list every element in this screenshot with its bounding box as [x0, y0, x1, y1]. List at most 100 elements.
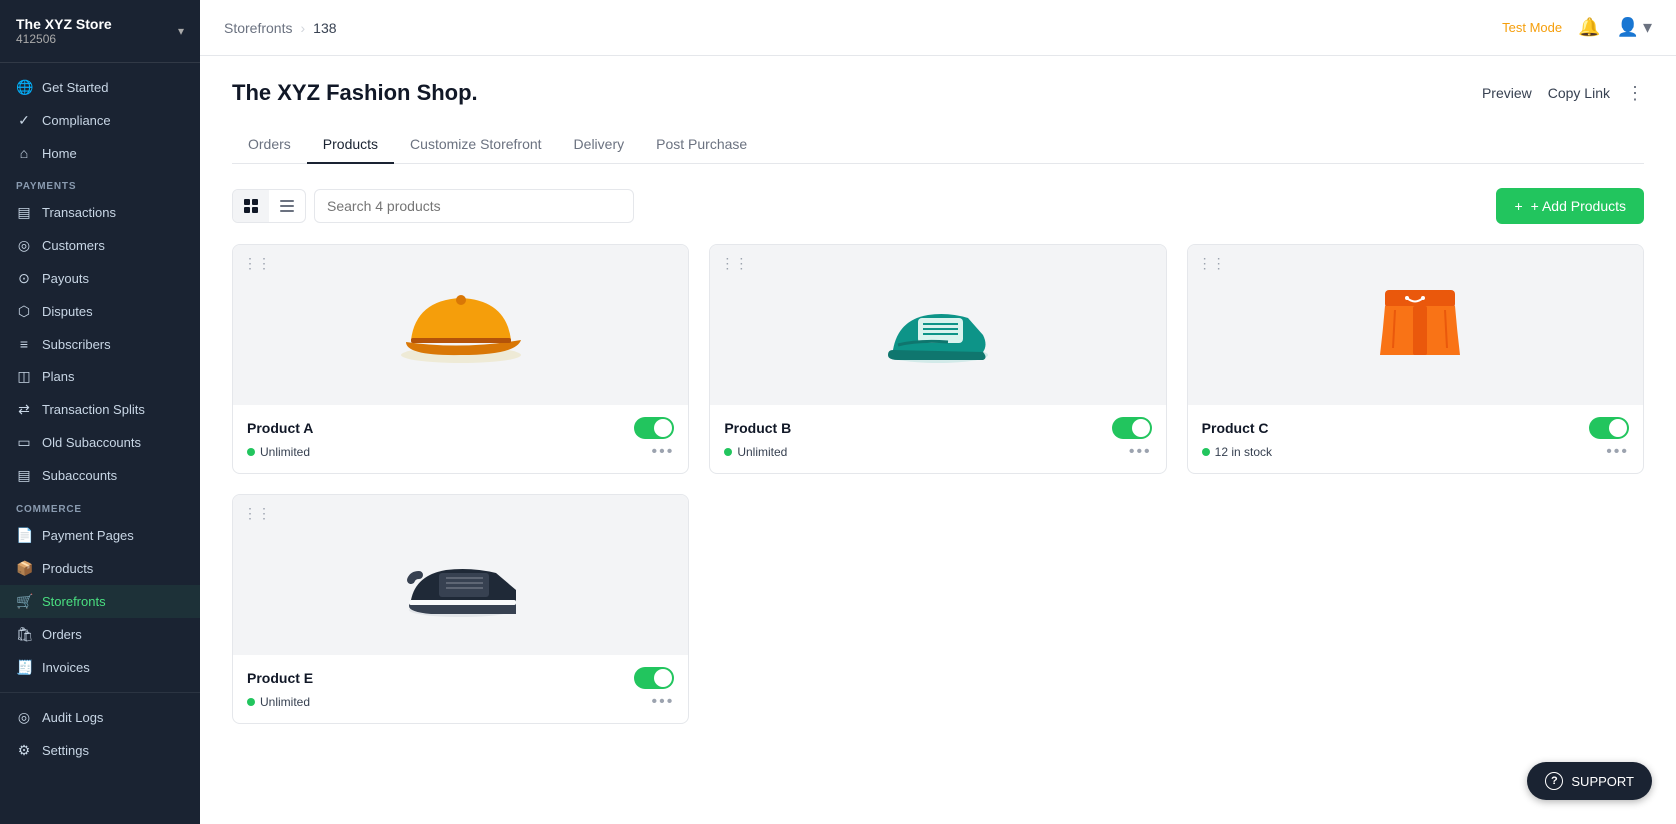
product-c-toggle[interactable] — [1589, 417, 1629, 439]
sidebar-label-transactions: Transactions — [42, 205, 116, 220]
copy-link-button[interactable]: Copy Link — [1548, 85, 1610, 101]
drag-handle-a[interactable]: ⋮⋮ — [243, 255, 271, 272]
grid-view-button[interactable] — [233, 190, 269, 222]
drag-handle-b[interactable]: ⋮⋮ — [720, 255, 748, 272]
sidebar: The XYZ Store 412506 ▾ 🌐 Get Started ✓ C… — [0, 0, 200, 824]
sidebar-label-payouts: Payouts — [42, 271, 89, 286]
drag-handle-c[interactable]: ⋮⋮ — [1198, 255, 1226, 272]
splits-icon: ⇄ — [16, 401, 32, 418]
sidebar-item-compliance[interactable]: ✓ Compliance — [0, 104, 200, 137]
product-card-c: ⋮⋮ Product C 12 in stock ••• — [1187, 244, 1644, 474]
brand-name: The XYZ Store — [16, 16, 112, 32]
product-b-more-icon[interactable]: ••• — [1129, 443, 1152, 461]
product-e-row: Product E — [247, 667, 674, 689]
globe-icon: 🌐 — [16, 79, 32, 96]
sidebar-item-payouts[interactable]: ⊙ Payouts — [0, 262, 200, 295]
topbar: Storefronts › 138 Test Mode 🔔 👤 ▾ — [200, 0, 1676, 56]
drag-handle-e[interactable]: ⋮⋮ — [243, 505, 271, 522]
sidebar-item-products[interactable]: 📦 Products — [0, 552, 200, 585]
chevron-down-icon: ▾ — [178, 24, 184, 38]
tab-products[interactable]: Products — [307, 126, 394, 164]
support-label: SUPPORT — [1571, 774, 1634, 789]
product-b-name: Product B — [724, 420, 791, 436]
sidebar-item-subaccounts[interactable]: ▤ Subaccounts — [0, 459, 200, 492]
product-e-stock-label: Unlimited — [260, 695, 310, 709]
stock-dot-b — [724, 448, 732, 456]
page-header-actions: Preview Copy Link ⋮ — [1482, 83, 1644, 104]
more-options-icon[interactable]: ⋮ — [1626, 83, 1644, 104]
tab-delivery[interactable]: Delivery — [558, 126, 641, 164]
product-a-image — [233, 245, 688, 405]
notification-bell-icon[interactable]: 🔔 — [1578, 17, 1600, 38]
product-c-image — [1188, 245, 1643, 405]
old-subaccounts-icon: ▭ — [16, 434, 32, 451]
sidebar-label-storefronts: Storefronts — [42, 594, 106, 609]
sidebar-item-payment-pages[interactable]: 📄 Payment Pages — [0, 519, 200, 552]
product-b-meta: Unlimited ••• — [724, 443, 1151, 461]
user-menu[interactable]: 👤 ▾ — [1617, 17, 1652, 38]
invoices-icon: 🧾 — [16, 659, 32, 676]
storefronts-icon: 🛒 — [16, 593, 32, 610]
cap-image — [391, 260, 531, 390]
product-a-name: Product A — [247, 420, 313, 436]
add-products-button[interactable]: + + Add Products — [1496, 188, 1644, 224]
payouts-icon: ⊙ — [16, 270, 32, 287]
sidebar-item-get-started[interactable]: 🌐 Get Started — [0, 71, 200, 104]
tab-post-purchase[interactable]: Post Purchase — [640, 126, 763, 164]
add-icon: + — [1514, 198, 1522, 214]
sidebar-label-plans: Plans — [42, 369, 75, 384]
product-e-name: Product E — [247, 670, 313, 686]
sidebar-item-subscribers[interactable]: ≡ Subscribers — [0, 328, 200, 360]
list-icon — [279, 198, 295, 214]
preview-button[interactable]: Preview — [1482, 85, 1532, 101]
tab-bar: Orders Products Customize Storefront Del… — [232, 126, 1644, 164]
sidebar-item-orders[interactable]: 🛍 Orders — [0, 618, 200, 651]
sidebar-item-storefronts[interactable]: 🛒 Storefronts — [0, 585, 200, 618]
page-title: The XYZ Fashion Shop. — [232, 80, 478, 106]
sidebar-item-plans[interactable]: ◫ Plans — [0, 360, 200, 393]
product-c-more-icon[interactable]: ••• — [1606, 443, 1629, 461]
product-e-toggle[interactable] — [634, 667, 674, 689]
sidebar-label-audit-logs: Audit Logs — [42, 710, 103, 725]
sidebar-label-orders: Orders — [42, 627, 82, 642]
products-grid: ⋮⋮ Product A Unlimited ••• — [232, 244, 1644, 724]
sidebar-label-transaction-splits: Transaction Splits — [42, 402, 145, 417]
list-view-button[interactable] — [269, 190, 305, 222]
support-icon: ? — [1545, 772, 1563, 790]
support-button[interactable]: ? SUPPORT — [1527, 762, 1652, 800]
tab-orders[interactable]: Orders — [232, 126, 307, 164]
sidebar-item-transactions[interactable]: ▤ Transactions — [0, 196, 200, 229]
product-a-body: Product A Unlimited ••• — [233, 405, 688, 473]
sidebar-item-home[interactable]: ⌂ Home — [0, 137, 200, 169]
settings-icon: ⚙ — [16, 742, 32, 759]
sidebar-item-invoices[interactable]: 🧾 Invoices — [0, 651, 200, 684]
breadcrumb-parent[interactable]: Storefronts — [224, 20, 292, 36]
sidebar-item-disputes[interactable]: ⬡ Disputes — [0, 295, 200, 328]
sidebar-item-old-subaccounts[interactable]: ▭ Old Subaccounts — [0, 426, 200, 459]
tab-customize-storefront[interactable]: Customize Storefront — [394, 126, 558, 164]
sidebar-item-customers[interactable]: ◎ Customers — [0, 229, 200, 262]
product-c-meta: 12 in stock ••• — [1202, 443, 1629, 461]
view-toggle — [232, 189, 306, 223]
customers-icon: ◎ — [16, 237, 32, 254]
breadcrumb: Storefronts › 138 — [224, 20, 337, 36]
product-a-more-icon[interactable]: ••• — [652, 443, 675, 461]
products-toolbar: + + Add Products — [232, 188, 1644, 224]
product-a-toggle[interactable] — [634, 417, 674, 439]
sidebar-item-transaction-splits[interactable]: ⇄ Transaction Splits — [0, 393, 200, 426]
orders-icon: 🛍 — [16, 626, 32, 643]
transactions-icon: ▤ — [16, 204, 32, 221]
product-c-row: Product C — [1202, 417, 1629, 439]
product-a-row: Product A — [247, 417, 674, 439]
sidebar-item-audit-logs[interactable]: ◎ Audit Logs — [0, 701, 200, 734]
product-card-b: ⋮⋮ Product B Unlimited ••• — [709, 244, 1166, 474]
payments-section-label: PAYMENTS — [0, 169, 200, 196]
sidebar-item-settings[interactable]: ⚙ Settings — [0, 734, 200, 767]
product-e-more-icon[interactable]: ••• — [652, 693, 675, 711]
product-c-stock-label: 12 in stock — [1215, 445, 1272, 459]
search-input[interactable] — [314, 189, 634, 223]
brand-selector[interactable]: The XYZ Store 412506 ▾ — [0, 0, 200, 63]
product-b-toggle[interactable] — [1112, 417, 1152, 439]
sidebar-label-customers: Customers — [42, 238, 105, 253]
sidebar-label-settings: Settings — [42, 743, 89, 758]
